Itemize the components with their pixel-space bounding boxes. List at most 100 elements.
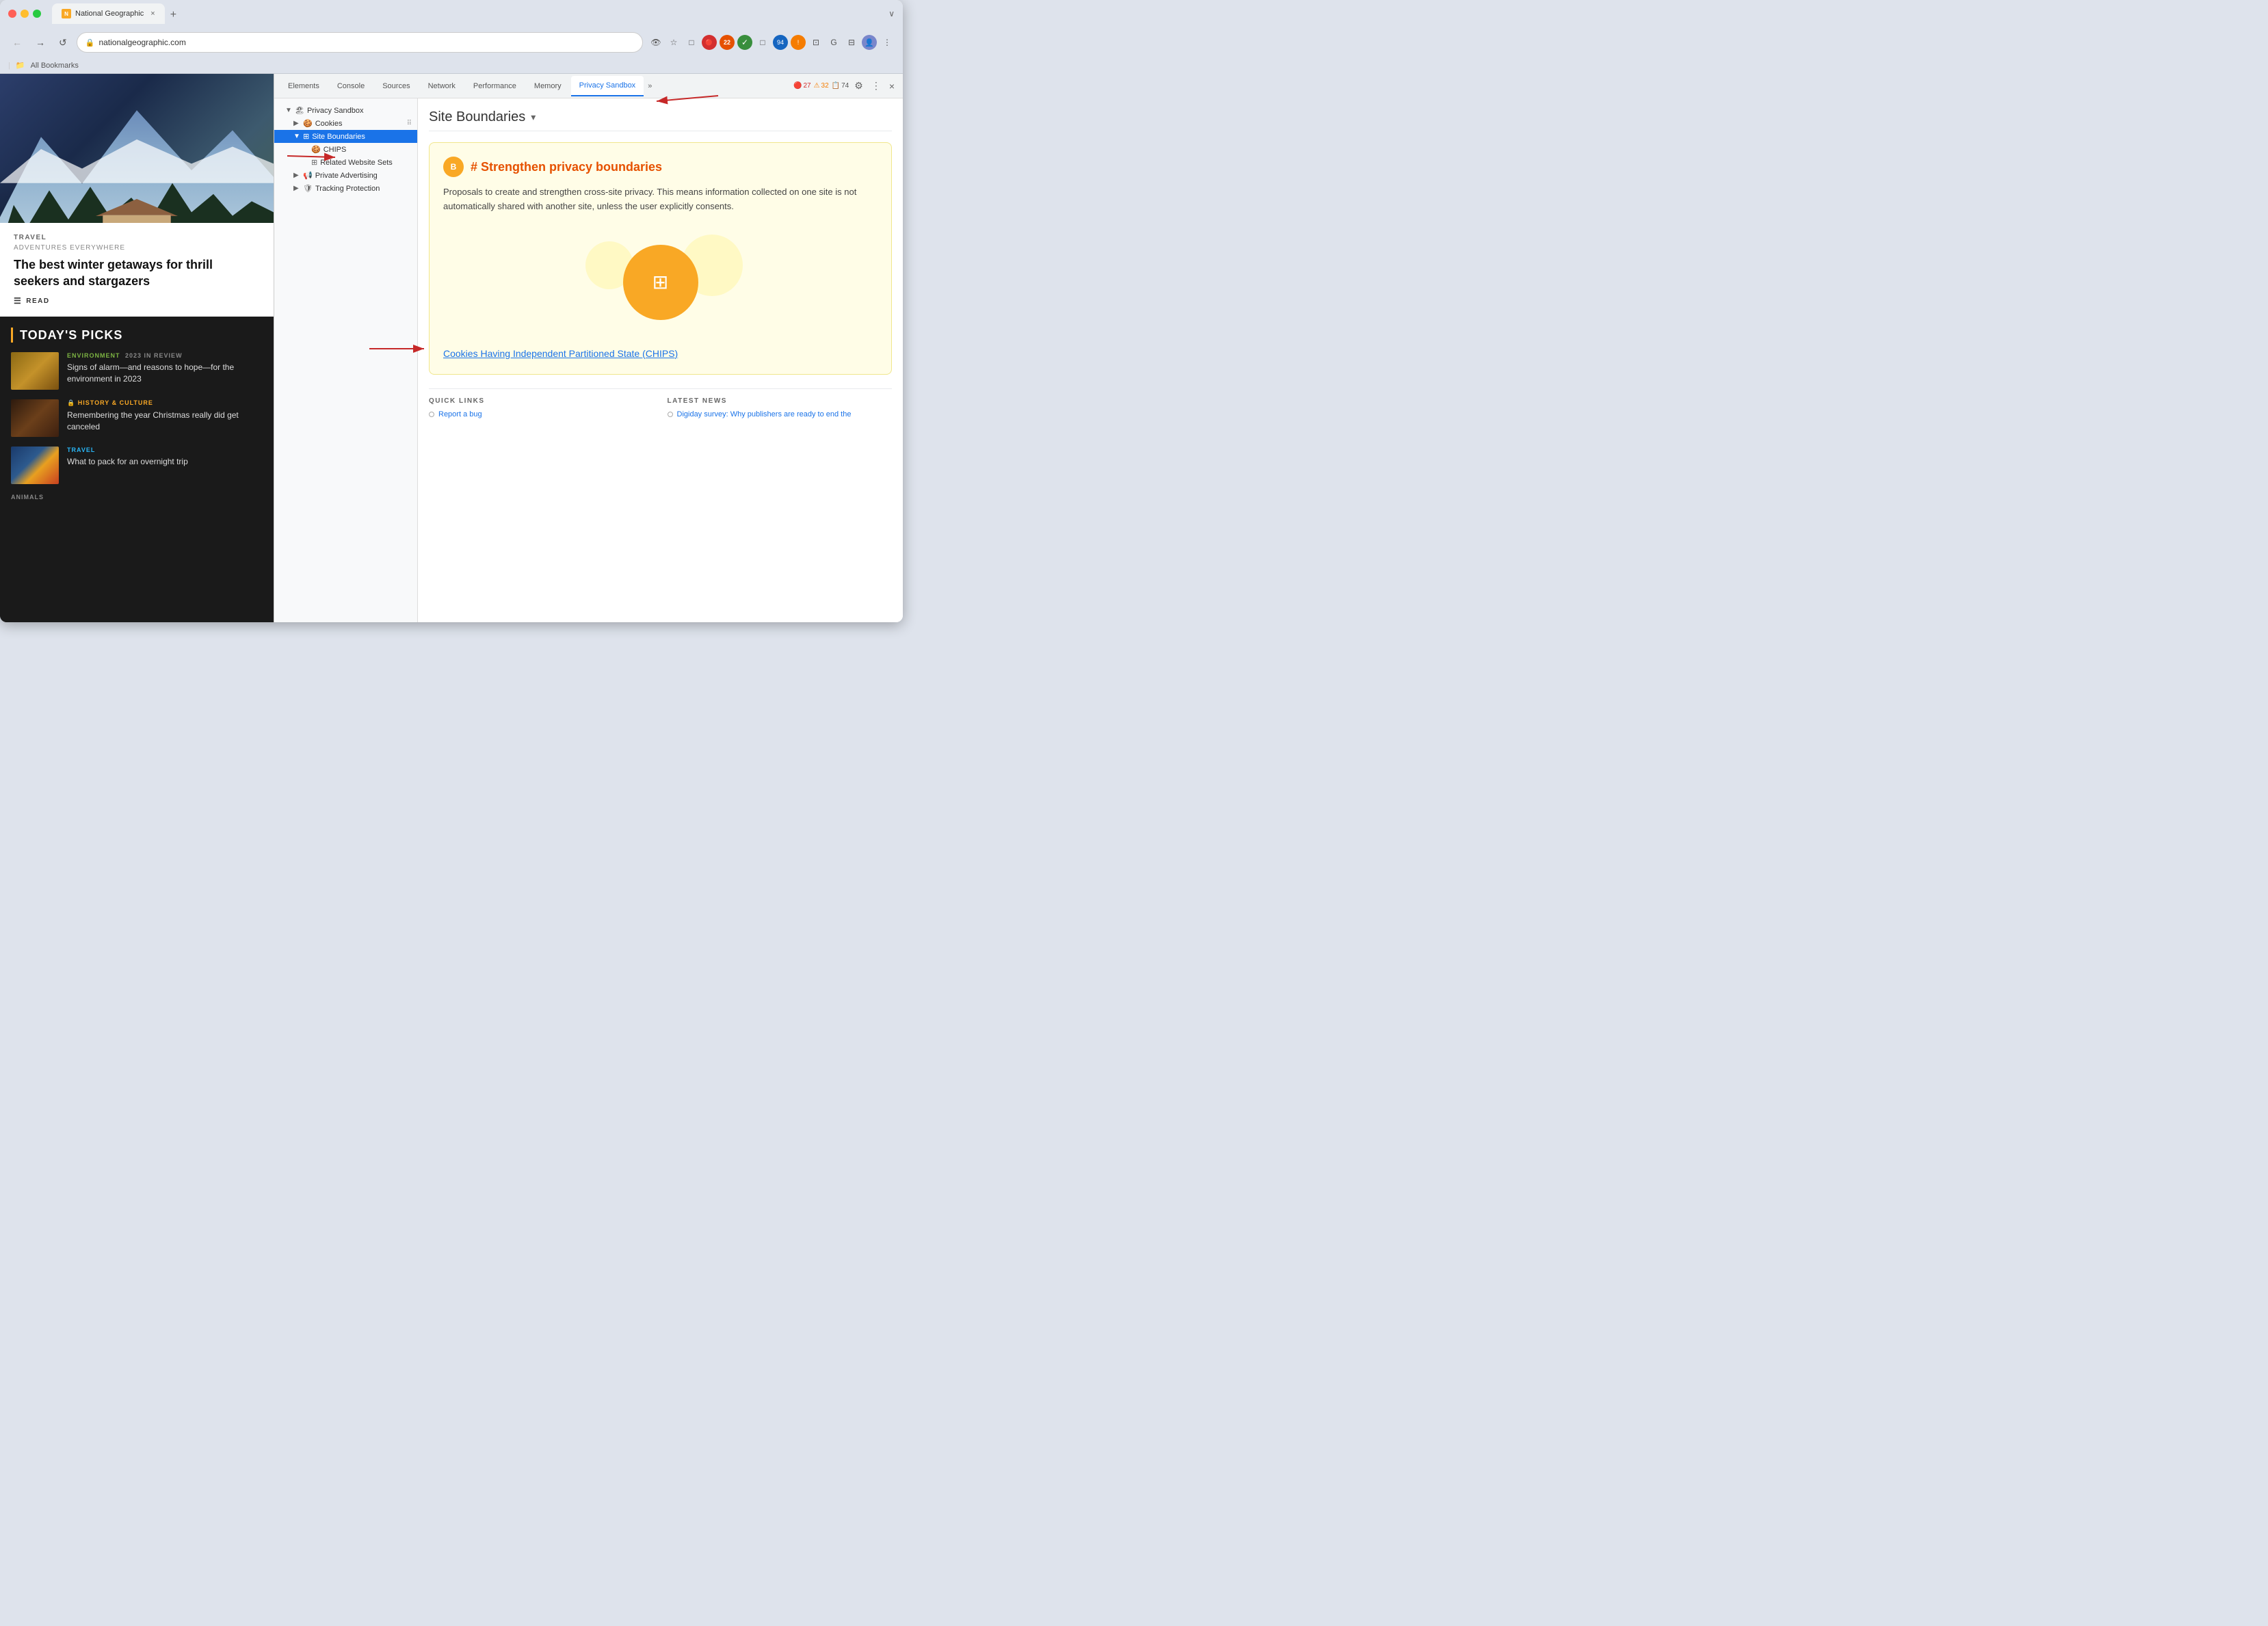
sidebar-item-related-website-sets[interactable]: ⊞ Related Website Sets: [274, 156, 417, 169]
thumb-env-image: [11, 352, 59, 390]
devtools-close-button[interactable]: ×: [886, 79, 897, 93]
ext6-icon[interactable]: 94: [773, 35, 788, 50]
ext3-badge[interactable]: 22: [720, 35, 735, 50]
warning-badge: ⚠ 32: [814, 82, 829, 90]
url-text: nationalgeographic.com: [98, 38, 185, 47]
settings-button[interactable]: ⚙: [852, 79, 866, 93]
close-traffic-light[interactable]: [8, 10, 16, 18]
dropdown-arrow[interactable]: ▾: [531, 111, 536, 123]
pick-thumbnail-0: [11, 352, 59, 390]
more-tabs-button[interactable]: »: [645, 78, 655, 94]
hero-section: TRAVEL ADVENTURES EVERYWHERE The best wi…: [0, 74, 274, 317]
report-bug-link[interactable]: Report a bug: [429, 410, 654, 418]
tab-performance[interactable]: Performance: [465, 76, 525, 96]
ext7-icon[interactable]: !: [791, 35, 806, 50]
illustration: ⊞: [443, 228, 878, 337]
tab-network[interactable]: Network: [420, 76, 464, 96]
pick-title-0: Signs of alarm—and reasons to hope—for t…: [67, 362, 263, 385]
privacy-sandbox-icon: 🏖: [295, 106, 304, 115]
sidebar-item-site-boundaries[interactable]: ▼ ⊞ Site Boundaries: [274, 130, 417, 143]
ext8-icon[interactable]: ⊡: [808, 35, 823, 50]
star-icon[interactable]: ☆: [666, 35, 681, 50]
active-tab[interactable]: N National Geographic ×: [52, 3, 165, 24]
tab-elements[interactable]: Elements: [280, 76, 328, 96]
minimize-traffic-light[interactable]: [21, 10, 29, 18]
ext10-icon[interactable]: ⊟: [844, 35, 859, 50]
link-dot-icon: [429, 412, 434, 417]
pick-category-1: 🔒 HISTORY & CULTURE: [67, 399, 263, 407]
browser-window: N National Geographic × + ∨ ← → ↺ 🔒 nati…: [0, 0, 903, 622]
cookies-label: Cookies: [315, 120, 343, 128]
ext2-icon[interactable]: 🔴: [702, 35, 717, 50]
animals-label: ANIMALS: [11, 494, 263, 501]
picks-title: TODAY'S PICKS: [20, 328, 122, 343]
circle-large: ⊞: [623, 245, 698, 320]
tab-privacy-sandbox[interactable]: Privacy Sandbox: [571, 76, 644, 96]
toolbar-icons: 👁 ☆ □ 🔴 22 ✓ □ 94 ! ⊡ G ⊟ 👤 ⋮: [648, 35, 895, 50]
tab-sources[interactable]: Sources: [374, 76, 418, 96]
eye-icon[interactable]: 👁: [648, 35, 663, 50]
forward-button[interactable]: →: [31, 34, 49, 51]
pick-thumbnail-1: [11, 399, 59, 437]
sidebar-item-private-advertising[interactable]: ▶ 📢 Private Advertising: [274, 169, 417, 182]
bookmarks-folder-icon: 📁: [16, 61, 25, 70]
ext4-icon[interactable]: ✓: [737, 35, 752, 50]
hero-category: TRAVEL: [14, 234, 260, 241]
rws-icon: ⊞: [311, 158, 317, 167]
ext1-icon[interactable]: □: [684, 35, 699, 50]
refresh-button[interactable]: ↺: [55, 34, 71, 51]
tab-title: National Geographic: [75, 10, 144, 18]
pick-year-0: 2023 IN REVIEW: [125, 352, 183, 359]
bottom-section: QUICK LINKS Report a bug LATEST NEWS Dig…: [429, 388, 892, 421]
thumb-travel-image: [11, 447, 59, 484]
tab-console[interactable]: Console: [329, 76, 373, 96]
tab-sources-label: Sources: [382, 82, 410, 90]
pick-title-1: Remembering the year Christmas really di…: [67, 410, 263, 433]
error-count: 27: [803, 82, 810, 90]
category-label-0: ENVIRONMENT: [67, 352, 120, 359]
devtools-body: ▼ 🏖 Privacy Sandbox ▶ 🍪 Cookies ⠿ ▼: [274, 98, 903, 622]
card-header: B # Strengthen privacy boundaries: [443, 157, 878, 177]
back-button[interactable]: ←: [8, 34, 26, 51]
tab-close-button[interactable]: ×: [150, 10, 155, 18]
pick-info-0: ENVIRONMENT 2023 IN REVIEW Signs of alar…: [67, 352, 263, 385]
list-item[interactable]: TRAVEL What to pack for an overnight tri…: [11, 447, 263, 484]
ext5-icon[interactable]: □: [755, 35, 770, 50]
new-tab-button[interactable]: +: [165, 6, 182, 24]
sidebar-item-tracking-protection[interactable]: ▶ 🛡 Tracking Protection: [274, 182, 417, 195]
tab-network-label: Network: [428, 82, 456, 90]
ext9-icon[interactable]: G: [826, 35, 841, 50]
devtools-menu-button[interactable]: ⋮: [869, 79, 884, 93]
quick-links-column: QUICK LINKS Report a bug: [429, 397, 654, 421]
nav-bar: ← → ↺ 🔒 nationalgeographic.com 👁 ☆ □ 🔴 2…: [0, 27, 903, 57]
site-boundaries-header: Site Boundaries ▾: [429, 109, 892, 131]
list-item[interactable]: ENVIRONMENT 2023 IN REVIEW Signs of alar…: [11, 352, 263, 390]
main-area: TRAVEL ADVENTURES EVERYWHERE The best wi…: [0, 74, 903, 622]
chips-link[interactable]: Cookies Having Independent Partitioned S…: [443, 348, 678, 359]
address-bar[interactable]: 🔒 nationalgeographic.com: [77, 32, 643, 53]
more-menu-button[interactable]: ⋮: [880, 35, 895, 50]
tab-memory[interactable]: Memory: [526, 76, 570, 96]
list-item[interactable]: 🔒 HISTORY & CULTURE Remembering the year…: [11, 399, 263, 437]
hero-title: The best winter getaways for thrill seek…: [14, 257, 260, 289]
maximize-traffic-light[interactable]: [33, 10, 41, 18]
sidebar-item-cookies[interactable]: ▶ 🍪 Cookies ⠿: [274, 117, 417, 130]
digiday-link[interactable]: Digiday survey: Why publishers are ready…: [668, 410, 893, 418]
devtools-tabs: Elements Console Sources Network Perform…: [274, 74, 903, 98]
bookmarks-label[interactable]: All Bookmarks: [31, 62, 79, 70]
latest-news-column: LATEST NEWS Digiday survey: Why publishe…: [668, 397, 893, 421]
site-boundaries-icon: ⊞: [303, 132, 309, 141]
quick-links-header: QUICK LINKS: [429, 397, 654, 405]
traffic-lights: [8, 10, 41, 18]
hero-read-button[interactable]: ☰ READ: [14, 296, 260, 306]
pick-thumbnail-2: [11, 447, 59, 484]
sidebar-item-privacy-sandbox[interactable]: ▼ 🏖 Privacy Sandbox: [274, 104, 417, 117]
sidebar-item-chips[interactable]: 🍪 CHIPS: [274, 143, 417, 156]
card-title: # Strengthen privacy boundaries: [471, 160, 662, 174]
expand-arrow-privacy-sandbox: ▼: [285, 107, 292, 114]
private-advertising-label: Private Advertising: [315, 172, 378, 180]
rws-label: Related Website Sets: [320, 159, 393, 167]
error-icon: 🔴: [793, 82, 802, 90]
avatar-icon[interactable]: 👤: [862, 35, 877, 50]
hero-info: TRAVEL ADVENTURES EVERYWHERE The best wi…: [0, 223, 274, 317]
